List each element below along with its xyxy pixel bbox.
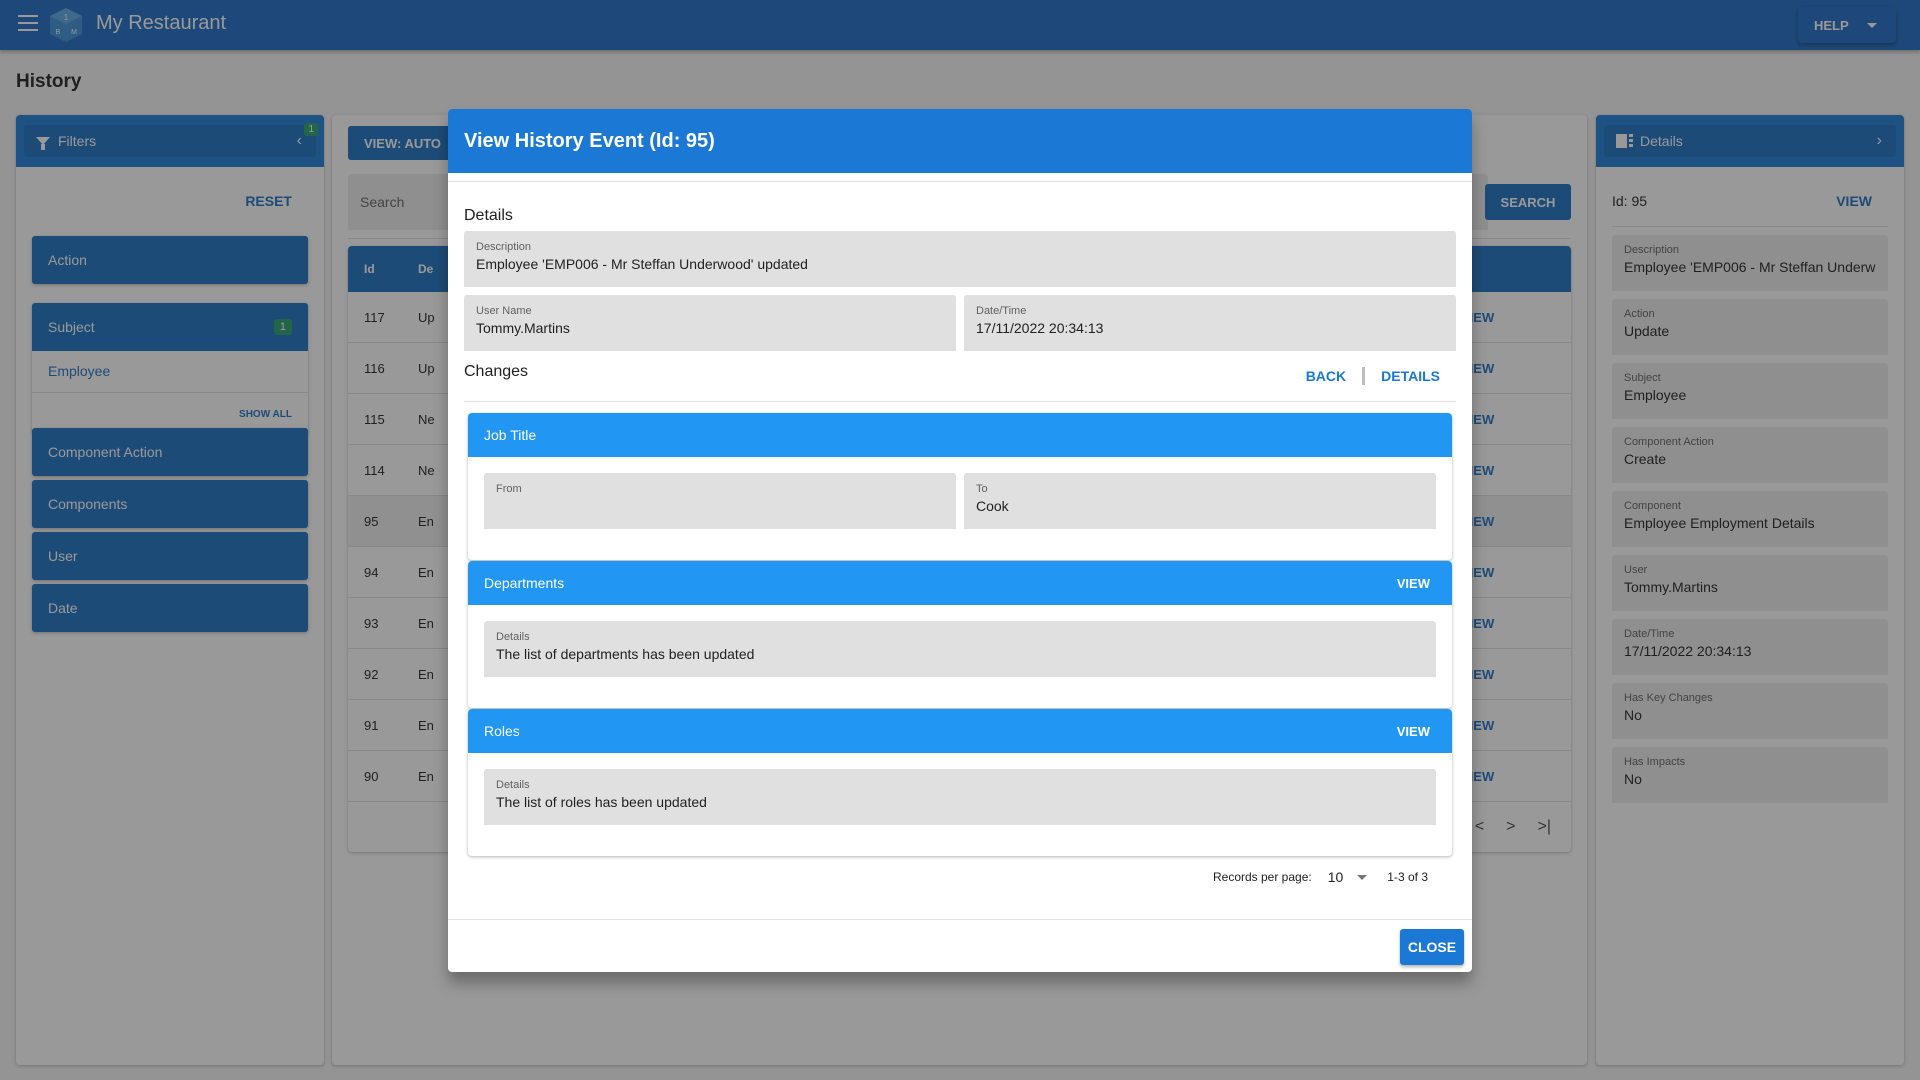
departments-details-field: Details The list of departments has been… [484, 621, 1436, 677]
page-range: 1-3 of 3 [1387, 870, 1428, 884]
field-label: User Name [476, 305, 532, 317]
back-button[interactable]: BACK [1306, 368, 1346, 384]
field-label: Date/Time [976, 305, 1027, 317]
change-card-job-title: Job Title From To Cook [468, 413, 1452, 560]
changes-pagination: Records per page: 10 1-3 of 3 [1213, 869, 1428, 885]
field-value: The list of departments has been updated [496, 646, 755, 662]
roles-view-button[interactable]: VIEW [1397, 724, 1430, 739]
change-card-body: Details The list of departments has been… [468, 605, 1452, 708]
change-card-header: Job Title [468, 413, 1452, 457]
change-card-header: Roles VIEW [468, 709, 1452, 753]
field-label: Details [496, 779, 530, 791]
divider [448, 181, 1472, 182]
change-card-body: From To Cook [468, 457, 1452, 560]
change-card-departments: Departments VIEW Details The list of dep… [468, 561, 1452, 708]
roles-details-field: Details The list of roles has been updat… [484, 769, 1436, 825]
change-card-header: Departments VIEW [468, 561, 1452, 605]
from-field: From [484, 473, 956, 529]
details-heading: Details [464, 207, 513, 224]
to-field: To Cook [964, 473, 1436, 529]
close-button[interactable]: CLOSE [1400, 929, 1464, 965]
chevron-down-icon[interactable] [1357, 874, 1368, 880]
field-label: From [496, 483, 522, 495]
field-value: The list of roles has been updated [496, 794, 707, 810]
change-card-title: Job Title [484, 427, 537, 443]
divider [464, 401, 1456, 402]
departments-view-button[interactable]: VIEW [1397, 576, 1430, 591]
field-value: Tommy.Martins [476, 320, 570, 336]
changes-heading: Changes [464, 363, 529, 380]
change-card-body: Details The list of roles has been updat… [468, 753, 1452, 856]
field-value: 17/11/2022 20:34:13 [976, 320, 1104, 336]
records-per-page-select[interactable]: 10 [1328, 869, 1344, 885]
details-button[interactable]: DETAILS [1381, 368, 1440, 384]
divider [1362, 367, 1366, 385]
user-name-field: User Name Tommy.Martins [464, 295, 956, 351]
change-card-roles: Roles VIEW Details The list of roles has… [468, 709, 1452, 856]
view-history-event-dialog: View History Event (Id: 95) Details Desc… [448, 109, 1472, 972]
date-time-field: Date/Time 17/11/2022 20:34:13 [964, 295, 1456, 351]
field-value: Employee 'EMP006 - Mr Steffan Underwood'… [476, 256, 808, 272]
change-card-title: Roles [484, 723, 520, 739]
changes-nav: BACK DETAILS [1306, 367, 1440, 385]
field-label: To [976, 483, 988, 495]
description-field: Description Employee 'EMP006 - Mr Steffa… [464, 231, 1456, 287]
field-value: Cook [976, 498, 1009, 514]
field-label: Details [496, 631, 530, 643]
dialog-title: View History Event (Id: 95) [448, 109, 1472, 173]
records-per-page-label: Records per page: [1212, 870, 1312, 884]
divider [448, 919, 1472, 920]
field-label: Description [476, 241, 532, 253]
change-card-title: Departments [484, 575, 565, 591]
